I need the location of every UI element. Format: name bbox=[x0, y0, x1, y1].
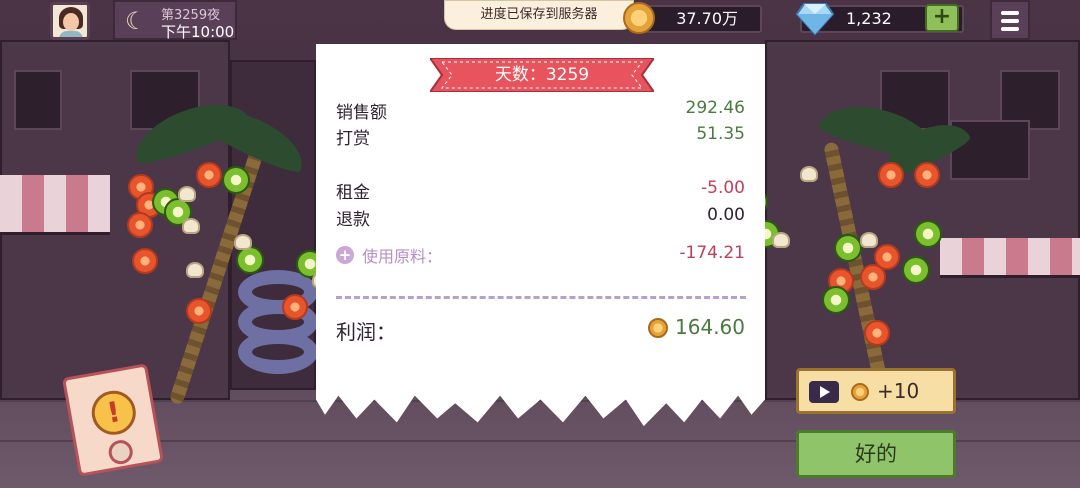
tomato-slice bbox=[878, 162, 904, 188]
jalapeno-slice bbox=[236, 246, 264, 274]
hamburger-icon-bar bbox=[1001, 27, 1019, 31]
window bbox=[14, 70, 62, 130]
avatar-face bbox=[63, 13, 79, 31]
sales-value: 292.46 bbox=[685, 98, 745, 118]
profit-value: 164.60 bbox=[675, 315, 745, 339]
garlic-clove bbox=[178, 186, 196, 202]
garlic-clove bbox=[800, 166, 818, 182]
game-clock: 下午10:00 bbox=[161, 23, 235, 41]
tomato-slice bbox=[914, 162, 940, 188]
tomato-slice bbox=[860, 264, 886, 290]
garlic-clove bbox=[860, 232, 878, 248]
jalapeno-slice bbox=[222, 166, 250, 194]
player-avatar[interactable] bbox=[50, 2, 90, 40]
day-time-panel: ☾ 第3259夜 下午10:00 bbox=[113, 0, 237, 41]
ok-button[interactable]: 好的 bbox=[796, 430, 956, 478]
hamburger-icon-bar bbox=[1001, 19, 1019, 23]
card-dot bbox=[106, 438, 135, 467]
profit-label: 利润： bbox=[336, 320, 396, 344]
ingredients-value: -174.21 bbox=[679, 243, 745, 263]
tomato-slice bbox=[132, 248, 158, 274]
refund-value: 0.00 bbox=[707, 205, 745, 225]
tomato-slice bbox=[864, 320, 890, 346]
video-play-icon bbox=[809, 381, 839, 403]
alert-card[interactable]: ! bbox=[61, 363, 165, 477]
save-toast: 进度已保存到服务器 bbox=[444, 0, 634, 30]
garlic-clove bbox=[186, 262, 204, 278]
jalapeno-slice bbox=[902, 256, 930, 284]
receipt-divider bbox=[336, 296, 746, 299]
tomato-slice bbox=[196, 162, 222, 188]
rent-value: -5.00 bbox=[701, 178, 745, 198]
rent-label: 租金 bbox=[336, 183, 370, 203]
expand-plus-icon[interactable]: + bbox=[336, 246, 354, 264]
tomato-slice bbox=[282, 294, 308, 320]
coin-icon bbox=[623, 2, 655, 34]
donut-decoration bbox=[238, 330, 318, 374]
sales-label: 销售额 bbox=[336, 103, 387, 123]
tips-value: 51.35 bbox=[696, 124, 745, 144]
exclamation-icon: ! bbox=[88, 387, 140, 439]
jalapeno-slice bbox=[834, 234, 862, 262]
moon-icon: ☾ bbox=[125, 7, 147, 35]
coin-icon bbox=[648, 318, 668, 338]
refund-label: 退款 bbox=[336, 210, 370, 230]
coin-icon bbox=[851, 383, 869, 401]
day-title: 天数：3259 bbox=[494, 65, 590, 85]
avatar-body bbox=[59, 31, 83, 37]
buy-gems-button[interactable]: + bbox=[925, 4, 959, 32]
jalapeno-slice bbox=[914, 220, 942, 248]
striped-awning bbox=[940, 238, 1080, 278]
watch-ad-button[interactable]: +10 bbox=[796, 368, 956, 414]
garlic-clove bbox=[234, 234, 252, 250]
diamond-icon bbox=[796, 3, 834, 36]
tomato-slice bbox=[127, 212, 153, 238]
menu-button[interactable] bbox=[990, 0, 1030, 40]
tomato-slice bbox=[186, 298, 212, 324]
tips-label: 打赏 bbox=[336, 129, 370, 149]
hamburger-icon bbox=[1001, 11, 1019, 15]
garlic-clove bbox=[182, 218, 200, 234]
jalapeno-slice bbox=[822, 286, 850, 314]
striped-awning bbox=[0, 175, 110, 235]
ingredients-label[interactable]: 使用原料： bbox=[362, 243, 442, 267]
garlic-clove bbox=[772, 232, 790, 248]
ad-reward-amount: +10 bbox=[877, 379, 920, 403]
